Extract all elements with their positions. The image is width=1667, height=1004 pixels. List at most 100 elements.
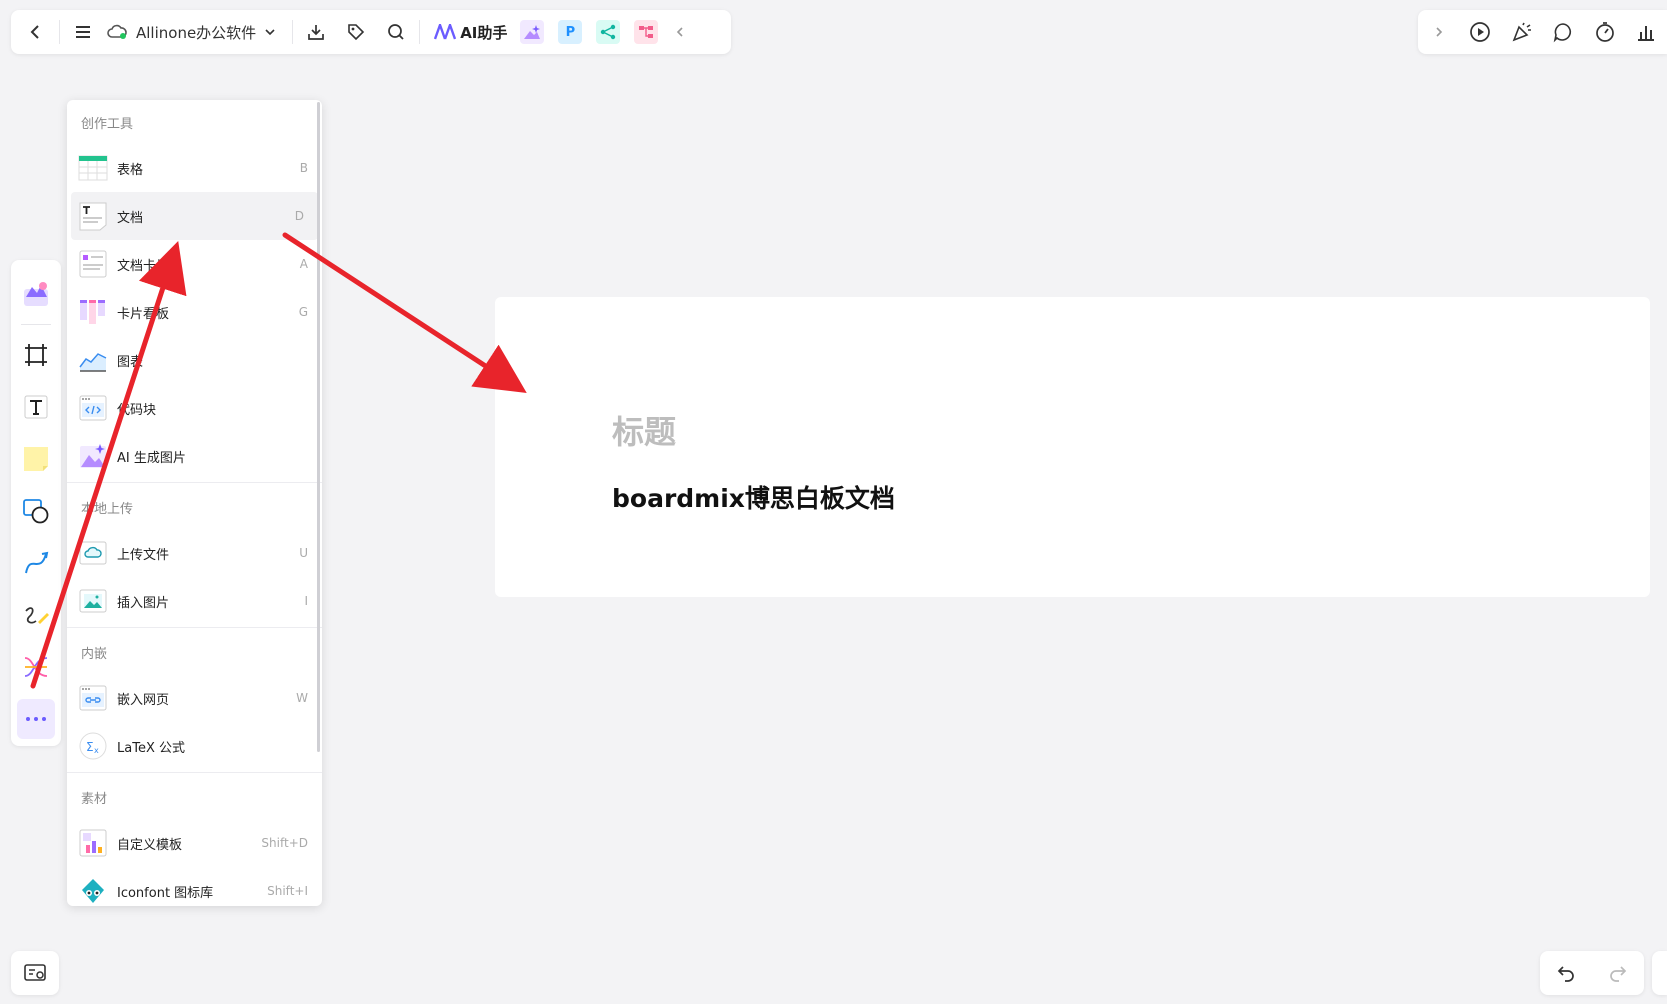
document-title[interactable]: 标题 — [612, 407, 676, 453]
mindmap-tool[interactable] — [17, 647, 55, 687]
bar-chart-icon — [1638, 26, 1655, 41]
menu-item-kanban[interactable]: 卡片看板 G — [67, 288, 322, 336]
menu-item-label: Iconfont 图标库 — [117, 885, 214, 901]
section-title-embed: 内嵌 — [81, 646, 108, 662]
menu-scrollbar[interactable] — [317, 102, 320, 752]
download-button[interactable] — [301, 17, 331, 47]
redo-button[interactable] — [1603, 958, 1633, 988]
chevron-left-icon — [677, 27, 683, 37]
cloud-synced-icon — [107, 24, 127, 39]
menu-item-code-block[interactable]: 代码块 — [67, 384, 322, 432]
menu-item-document[interactable]: 文档 D — [71, 192, 318, 240]
menu-item-doc-card[interactable]: 文档卡片 A — [67, 240, 322, 288]
expand-button[interactable] — [1424, 17, 1454, 47]
present-button[interactable] — [1466, 17, 1496, 47]
insert-menu: 创作工具 表格 B 文档 D 文档卡片 A 卡片看板 G 图表 代码块 AI 生… — [67, 100, 322, 906]
tag-button[interactable] — [341, 17, 371, 47]
shortcut-key: W — [296, 691, 308, 705]
document-card[interactable]: 标题 boardmix博思白板文档 — [495, 297, 1650, 597]
play-circle-icon — [1470, 22, 1491, 42]
menu-item-label: AI 生成图片 — [117, 450, 186, 466]
menu-item-embed-web[interactable]: 嵌入网页 W — [67, 674, 322, 722]
zoom-controls[interactable] — [1652, 951, 1667, 995]
templates-icon — [24, 282, 48, 306]
table-icon — [78, 155, 108, 181]
celebrate-button[interactable] — [1507, 17, 1537, 47]
comment-button[interactable] — [1549, 17, 1579, 47]
menu-item-latex[interactable]: Σx LaTeX 公式 — [67, 722, 322, 770]
divider — [67, 482, 322, 483]
text-icon — [24, 395, 48, 419]
timer-button[interactable] — [1590, 17, 1620, 47]
minimap-button[interactable] — [11, 951, 59, 995]
menu-item-upload-file[interactable]: 上传文件 U — [67, 529, 322, 577]
shortcut-key: I — [304, 594, 308, 608]
redo-icon — [1610, 966, 1627, 982]
party-popper-icon — [1512, 22, 1531, 42]
more-tools-button[interactable] — [17, 699, 55, 739]
left-tool-rail — [11, 260, 61, 746]
menu-item-label: 表格 — [117, 162, 144, 178]
shortcut-key: B — [299, 161, 308, 175]
menu-item-iconfont[interactable]: Iconfont 图标库 Shift+I — [67, 867, 322, 906]
menu-item-label: 文档卡片 — [117, 258, 170, 274]
undo-icon — [1557, 966, 1574, 982]
shortcut-key: Shift+I — [267, 884, 308, 898]
template-icon — [79, 829, 107, 857]
mindmap-app[interactable] — [634, 20, 659, 44]
menu-item-template[interactable]: 自定义模板 Shift+D — [67, 819, 322, 867]
menu-item-label: 卡片看板 — [117, 306, 170, 322]
document-icon — [79, 202, 107, 231]
shape-tool[interactable] — [17, 491, 55, 531]
menu-item-label: LaTeX 公式 — [117, 740, 185, 756]
ai-assistant-button[interactable]: AI助手 — [428, 22, 513, 43]
tag-icon — [348, 24, 365, 41]
vote-button[interactable] — [1632, 17, 1662, 47]
menu-item-table[interactable]: 表格 B — [67, 144, 322, 192]
section-title-create: 创作工具 — [81, 116, 134, 132]
more-icon — [26, 717, 46, 721]
sticky-note-icon — [24, 447, 48, 471]
divider — [67, 772, 322, 773]
text-tool[interactable] — [17, 387, 55, 427]
search-button[interactable] — [381, 17, 411, 47]
share-app[interactable] — [596, 20, 621, 44]
right-toolbar — [1418, 10, 1667, 54]
mindmap-icon — [24, 657, 48, 677]
kanban-icon — [80, 300, 105, 324]
undo-button[interactable] — [1551, 958, 1581, 988]
menu-button[interactable] — [68, 17, 98, 47]
timer-icon — [1595, 22, 1614, 42]
chevron-left-icon — [30, 25, 39, 39]
divider — [292, 20, 294, 44]
shortcut-key: G — [298, 305, 308, 319]
hamburger-icon — [76, 26, 90, 38]
image-sparkle-icon — [524, 25, 541, 39]
menu-item-insert-image[interactable]: 插入图片 I — [67, 577, 322, 625]
ai-image-app[interactable] — [520, 20, 545, 44]
menu-item-label: 图表 — [117, 354, 144, 370]
ai-assistant-label: AI助手 — [460, 23, 508, 42]
embed-web-icon — [79, 685, 107, 711]
back-button[interactable] — [21, 17, 51, 47]
sticky-note-tool[interactable] — [17, 439, 55, 479]
chart-icon — [79, 353, 107, 372]
upload-file-icon — [79, 541, 107, 565]
document-body-text[interactable]: boardmix博思白板文档 — [612, 479, 895, 515]
divider — [419, 20, 421, 44]
p-app[interactable]: P — [558, 20, 583, 44]
pen-tool[interactable] — [17, 595, 55, 635]
file-name-dropdown[interactable]: Allinone办公软件 — [98, 22, 284, 43]
divider — [67, 627, 322, 628]
menu-item-chart[interactable]: 图表 — [67, 336, 322, 384]
map-pin-icon — [24, 964, 46, 981]
shortcut-key: Shift+D — [261, 836, 308, 850]
menu-item-label: 插入图片 — [117, 595, 170, 611]
frame-tool[interactable] — [17, 335, 55, 375]
templates-tool[interactable] — [17, 274, 55, 314]
section-title-upload: 本地上传 — [81, 501, 134, 517]
doc-card-icon — [79, 250, 107, 278]
collapse-apps-button[interactable] — [665, 17, 695, 47]
menu-item-ai-image[interactable]: AI 生成图片 — [67, 432, 322, 480]
connector-tool[interactable] — [17, 543, 55, 583]
